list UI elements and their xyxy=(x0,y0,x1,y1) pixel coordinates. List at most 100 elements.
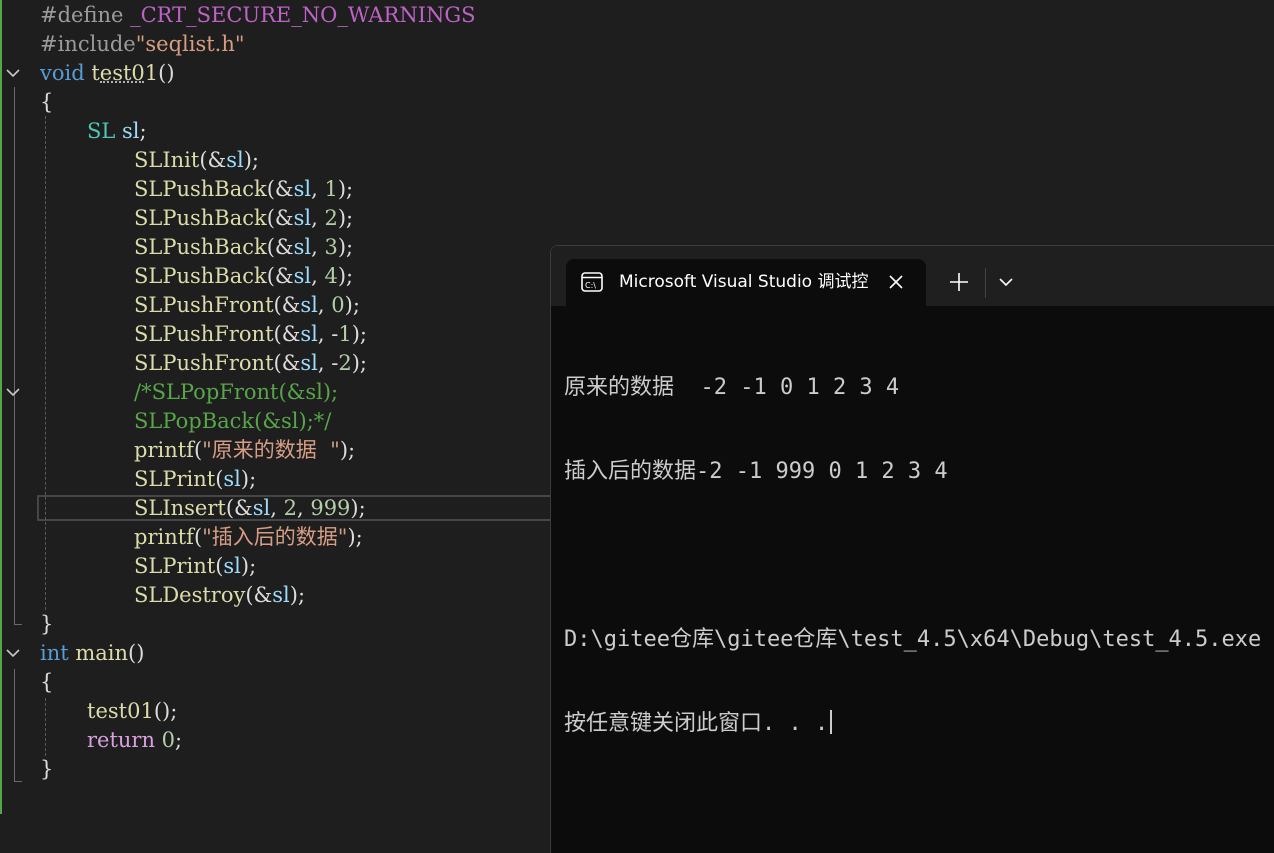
code-token: SLDestroy xyxy=(134,583,246,607)
code-token: ( xyxy=(193,525,203,549)
code-token: ( xyxy=(193,438,203,462)
code-line[interactable]: SLInit(&sl); xyxy=(0,146,1274,175)
code-text: SLPushBack(&sl, 1); xyxy=(134,175,353,204)
code-token: ); xyxy=(243,148,259,172)
code-text: SLPushBack(&sl, 4); xyxy=(134,262,353,291)
code-token: 999 xyxy=(310,496,351,520)
code-text: SLPushBack(&sl, 3); xyxy=(134,233,353,262)
code-token: ); xyxy=(350,496,366,520)
code-token: printf xyxy=(134,525,194,549)
code-token: sl xyxy=(272,583,290,607)
code-text: { xyxy=(40,88,53,117)
code-token: } xyxy=(40,757,54,781)
code-token: , - xyxy=(317,322,339,346)
code-line[interactable]: { xyxy=(0,88,1274,117)
code-line[interactable]: #include"seqlist.h" xyxy=(0,30,1274,59)
chevron-down-icon[interactable] xyxy=(5,645,21,661)
code-text: int main() xyxy=(40,639,144,668)
code-token: 1 xyxy=(338,322,352,346)
terminal-titlebar[interactable]: C:\ Microsoft Visual Studio 调试控制台 xyxy=(551,246,1274,306)
code-text: SL sl; xyxy=(87,117,147,146)
code-token: (& xyxy=(225,496,253,520)
code-token: SLPushBack xyxy=(134,235,267,259)
code-token: (& xyxy=(273,351,301,375)
code-token: , - xyxy=(317,351,339,375)
code-token: SLInsert xyxy=(134,496,226,520)
code-token: } xyxy=(40,612,54,636)
code-token: ); xyxy=(337,235,354,259)
code-token: _CRT_SECURE_NO_WARNINGS xyxy=(130,3,476,27)
console-line: 按任意键关闭此窗口. . . xyxy=(564,710,1274,738)
code-token: SLPopBack(&sl);*/ xyxy=(134,409,332,433)
suggestion-dots xyxy=(100,81,144,83)
text-cursor xyxy=(830,710,833,734)
code-token: ; xyxy=(175,728,183,752)
code-text: SLInit(&sl); xyxy=(134,146,259,175)
code-token: ); xyxy=(240,467,257,491)
code-token: ); xyxy=(337,264,354,288)
code-token: , xyxy=(311,264,325,288)
code-text: } xyxy=(40,755,53,784)
code-line[interactable]: SL sl; xyxy=(0,117,1274,146)
console-prompt-text: 按任意键关闭此窗口. . . xyxy=(564,711,829,736)
code-token: sl xyxy=(300,351,318,375)
code-token: { xyxy=(40,90,54,114)
chevron-down-icon[interactable] xyxy=(5,384,21,400)
chevron-down-icon[interactable] xyxy=(995,270,1017,294)
code-text: return 0; xyxy=(87,726,182,755)
code-token: SLPrint xyxy=(134,467,216,491)
plus-icon[interactable] xyxy=(945,268,973,296)
code-token: , xyxy=(311,177,325,201)
code-token: 4 xyxy=(324,264,338,288)
code-token: SLPushBack xyxy=(134,264,267,288)
code-token: ); xyxy=(289,583,306,607)
code-token: #define xyxy=(40,3,131,27)
code-token: void xyxy=(40,61,92,85)
code-text: SLPushFront(&sl, -2); xyxy=(134,349,367,378)
code-token: return xyxy=(87,728,162,752)
debug-console-window[interactable]: C:\ Microsoft Visual Studio 调试控制台 xyxy=(550,245,1274,853)
code-token: () xyxy=(128,641,145,665)
code-token: test01 xyxy=(87,699,154,723)
code-token: sl xyxy=(226,148,244,172)
chevron-down-icon[interactable] xyxy=(5,65,21,81)
code-token: sl xyxy=(223,554,241,578)
code-line[interactable]: #define _CRT_SECURE_NO_WARNINGS xyxy=(0,1,1274,30)
code-line[interactable]: void test01() xyxy=(0,59,1274,88)
code-token: sl xyxy=(293,264,312,288)
console-line: D:\gitee仓库\gitee仓库\test_4.5\x64\Debug\te… xyxy=(564,627,1262,652)
code-token: sl xyxy=(252,496,271,520)
code-line[interactable]: SLPushBack(&sl, 1); xyxy=(0,175,1274,204)
terminal-tab[interactable]: C:\ Microsoft Visual Studio 调试控制台 xyxy=(566,259,926,306)
code-token: 2 xyxy=(283,496,297,520)
code-token: (& xyxy=(273,293,301,317)
code-token: /*SLPopFront(&sl); xyxy=(134,380,339,404)
console-line: 原来的数据 -2 -1 0 1 2 3 4 xyxy=(564,375,900,400)
code-token: 2 xyxy=(338,351,352,375)
code-token: , xyxy=(311,235,325,259)
code-token: ); xyxy=(347,525,363,549)
titlebar-divider xyxy=(985,268,986,298)
code-token: (& xyxy=(266,177,294,201)
code-token: #include xyxy=(40,32,136,56)
code-token: "seqlist.h" xyxy=(135,32,245,56)
code-token: SLPushFront xyxy=(134,322,274,346)
code-text: SLPrint(sl); xyxy=(134,552,256,581)
code-token: sl xyxy=(293,177,312,201)
code-text: SLPushFront(&sl, 0); xyxy=(134,291,360,320)
code-text: SLDestroy(&sl); xyxy=(134,581,305,610)
console-output[interactable]: 原来的数据 -2 -1 0 1 2 3 4 插入后的数据-2 -1 999 0 … xyxy=(564,318,1274,794)
code-token: sl xyxy=(293,235,312,259)
tab-title: Microsoft Visual Studio 调试控制台 xyxy=(619,272,869,292)
code-token: , xyxy=(317,293,332,317)
code-token: sl xyxy=(300,322,318,346)
code-line[interactable]: SLPushBack(&sl, 2); xyxy=(0,204,1274,233)
code-token: ; xyxy=(139,119,147,143)
close-icon[interactable] xyxy=(884,270,908,294)
code-text: SLPushBack(&sl, 2); xyxy=(134,204,353,233)
code-token: printf xyxy=(134,438,194,462)
code-text: #include"seqlist.h" xyxy=(40,30,245,59)
code-token: ); xyxy=(339,438,356,462)
code-text: SLInsert(&sl, 2, 999); xyxy=(134,494,366,523)
